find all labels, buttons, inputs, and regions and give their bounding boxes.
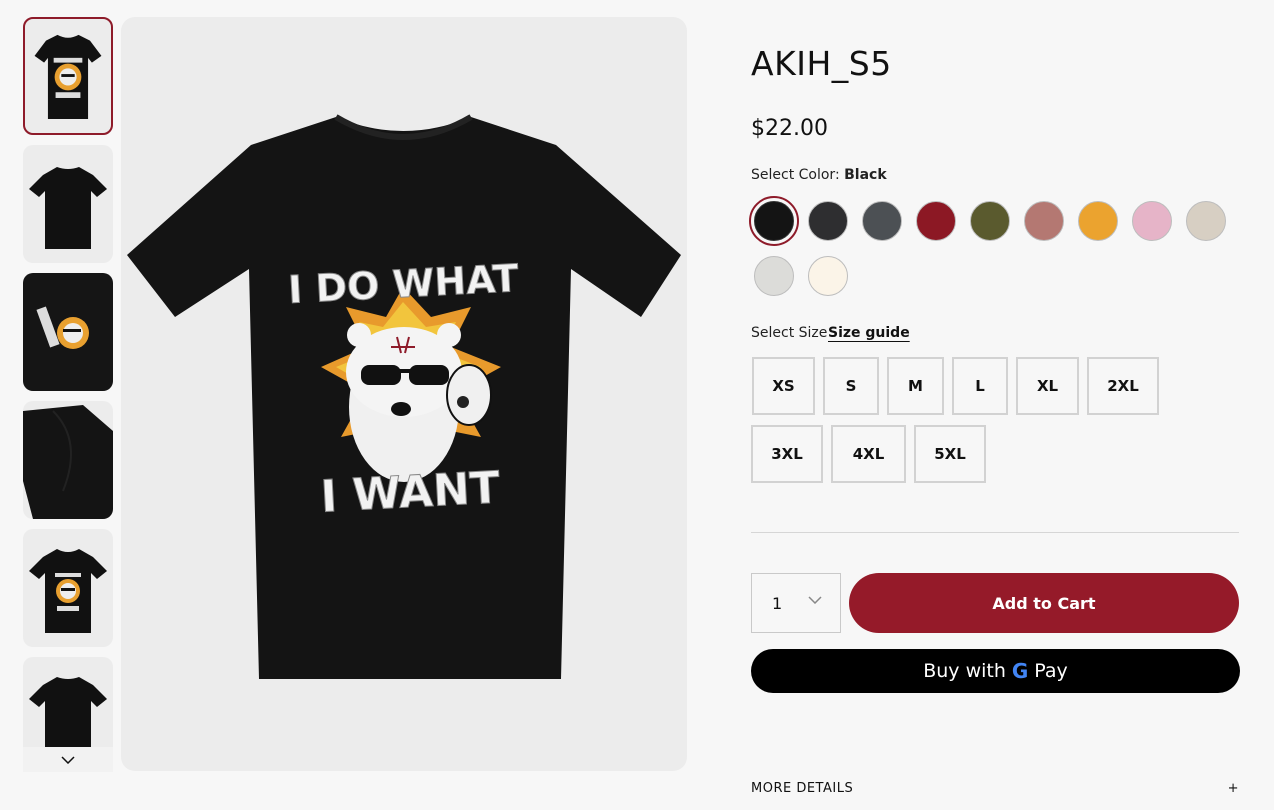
buy-with-label: Buy with [923, 660, 1006, 682]
color-swatch[interactable] [754, 256, 794, 296]
thumbnail-folded-design[interactable] [23, 273, 113, 391]
size-option[interactable]: 3XL [751, 425, 823, 483]
color-label-text: Select Color: [751, 167, 840, 183]
size-guide-link[interactable]: Size guide [828, 325, 910, 341]
product-title: AKIH_S5 [751, 44, 892, 83]
thumbnail-front-design-small[interactable] [23, 529, 113, 647]
more-details-label: MORE DETAILS [751, 781, 854, 796]
pay-label: Pay [1034, 660, 1068, 682]
color-swatch[interactable] [749, 196, 799, 246]
color-swatch[interactable] [970, 201, 1010, 241]
color-swatch[interactable] [862, 201, 902, 241]
color-swatch[interactable] [808, 256, 848, 296]
buy-with-gpay-button[interactable]: Buy with G Pay [751, 649, 1240, 693]
color-swatch[interactable] [1186, 201, 1226, 241]
chevron-down-icon [808, 596, 822, 604]
add-to-cart-button[interactable]: Add to Cart [849, 573, 1239, 633]
selected-color-name: Black [844, 167, 887, 183]
thumbnail-back-plain[interactable] [23, 145, 113, 263]
size-option[interactable]: 4XL [831, 425, 906, 483]
size-label: Select Size [751, 325, 828, 341]
size-option[interactable]: XS [752, 357, 815, 415]
size-option[interactable]: M [887, 357, 944, 415]
main-product-image[interactable]: I DO WHAT I WANT [121, 17, 687, 771]
size-option[interactable]: L [952, 357, 1008, 415]
color-swatch[interactable] [916, 201, 956, 241]
chevron-down-icon [61, 756, 75, 764]
size-option[interactable]: 2XL [1087, 357, 1159, 415]
thumbnail-sleeve-detail[interactable] [23, 401, 113, 519]
product-price: $22.00 [751, 116, 828, 141]
artwork-line2: I WANT [319, 462, 501, 522]
size-option[interactable]: 5XL [914, 425, 986, 483]
thumbnail-scroll-down-button[interactable] [23, 747, 113, 772]
color-label: Select Color: Black [751, 167, 887, 183]
quantity-select[interactable]: 1 [751, 573, 841, 633]
quantity-value: 1 [772, 593, 783, 613]
thumbnail-rail [23, 17, 113, 772]
divider [751, 532, 1239, 533]
color-swatch[interactable] [1132, 201, 1172, 241]
color-swatch[interactable] [808, 201, 848, 241]
color-swatch[interactable] [1024, 201, 1064, 241]
color-swatch[interactable] [1078, 201, 1118, 241]
more-details-toggle[interactable]: MORE DETAILS + [751, 781, 1239, 796]
thumbnail-front-design[interactable] [23, 17, 113, 135]
google-g-icon: G [1011, 659, 1029, 683]
plus-icon: + [1227, 781, 1239, 796]
size-option[interactable]: S [823, 357, 879, 415]
size-option[interactable]: XL [1016, 357, 1079, 415]
